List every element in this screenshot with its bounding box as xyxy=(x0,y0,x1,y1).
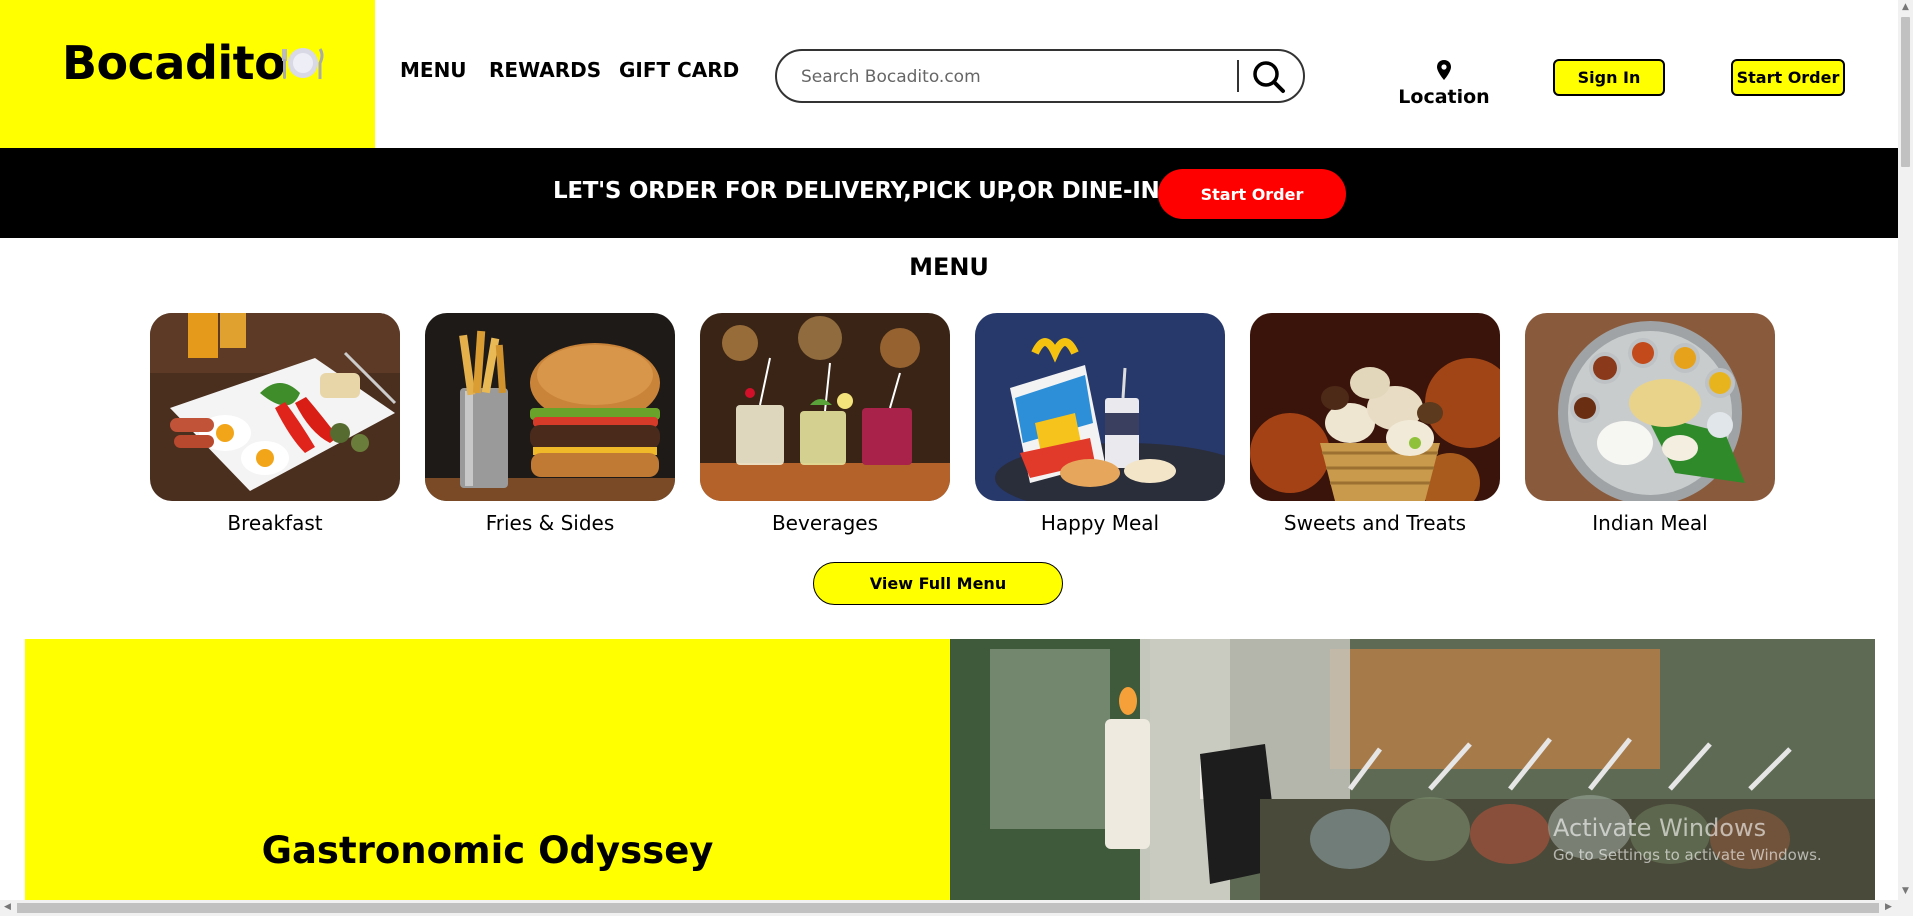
indian-meal-image xyxy=(1525,313,1775,501)
sign-in-button[interactable]: Sign In xyxy=(1553,59,1665,96)
menu-card-indian-meal[interactable]: Indian Meal xyxy=(1525,313,1775,535)
search-icon[interactable] xyxy=(1249,58,1289,96)
horizontal-scroll-thumb[interactable] xyxy=(17,903,1879,913)
order-banner: LET'S ORDER FOR DELIVERY,PICK UP,OR DINE… xyxy=(0,148,1898,238)
menu-card-label: Sweets and Treats xyxy=(1283,511,1467,535)
beverages-image xyxy=(700,313,950,501)
vertical-scrollbar[interactable]: ▲ ▼ xyxy=(1898,0,1913,900)
activate-windows-watermark: Activate Windows Go to Settings to activ… xyxy=(1553,814,1822,864)
logo-text: Bocadito xyxy=(62,36,286,90)
nav-gift-card[interactable]: GIFT CARD xyxy=(619,58,739,82)
watermark-title: Activate Windows xyxy=(1553,814,1767,842)
fries-sides-image xyxy=(425,313,675,501)
start-order-button-banner[interactable]: Start Order xyxy=(1158,169,1346,219)
sweets-treats-image xyxy=(1250,313,1500,501)
menu-card-fries-sides[interactable]: Fries & Sides xyxy=(425,313,675,535)
menu-card-label: Fries & Sides xyxy=(485,511,615,535)
nav-rewards[interactable]: REWARDS xyxy=(489,58,601,82)
logo[interactable]: Bocadito xyxy=(0,0,375,148)
scroll-left-icon[interactable]: ◀ xyxy=(4,902,11,912)
menu-title: MENU xyxy=(909,253,989,281)
menu-card-label: Happy Meal xyxy=(1040,511,1160,535)
menu-card-label: Indian Meal xyxy=(1592,511,1708,535)
horizontal-scrollbar[interactable]: ◀ ▶ xyxy=(0,900,1913,916)
menu-card-label: Beverages xyxy=(771,511,879,535)
search-bar xyxy=(775,49,1305,103)
map-pin-icon xyxy=(1437,60,1451,80)
location-label: Location xyxy=(1398,86,1490,108)
vertical-scroll-thumb[interactable] xyxy=(1901,17,1910,167)
feature-panel: Gastronomic Odyssey xyxy=(25,639,950,901)
breakfast-image xyxy=(150,313,400,501)
site-header: Bocadito MENU REWARDS GIFT CARD Location… xyxy=(0,0,1898,148)
location-link[interactable]: Location xyxy=(1398,60,1490,108)
scroll-up-icon[interactable]: ▲ xyxy=(1902,2,1909,12)
search-input[interactable] xyxy=(801,64,1241,90)
view-full-menu-button[interactable]: View Full Menu xyxy=(813,562,1063,605)
nav-menu[interactable]: MENU xyxy=(400,58,467,82)
plate-cutlery-icon xyxy=(282,48,324,79)
menu-card-sweets-treats[interactable]: Sweets and Treats xyxy=(1250,313,1500,535)
scroll-right-icon[interactable]: ▶ xyxy=(1885,902,1892,912)
menu-card-happy-meal[interactable]: Happy Meal xyxy=(975,313,1225,535)
feature-title: Gastronomic Odyssey xyxy=(261,829,714,872)
start-order-button-header[interactable]: Start Order xyxy=(1731,59,1845,96)
search-divider xyxy=(1237,60,1239,92)
watermark-subtitle: Go to Settings to activate Windows. xyxy=(1553,846,1822,864)
scroll-down-icon[interactable]: ▼ xyxy=(1902,886,1909,896)
menu-card-beverages[interactable]: Beverages xyxy=(700,313,950,535)
menu-card-label: Breakfast xyxy=(227,511,323,535)
happy-meal-image xyxy=(975,313,1225,501)
menu-card-breakfast[interactable]: Breakfast xyxy=(150,313,400,535)
banner-text: LET'S ORDER FOR DELIVERY,PICK UP,OR DINE… xyxy=(553,178,1160,204)
